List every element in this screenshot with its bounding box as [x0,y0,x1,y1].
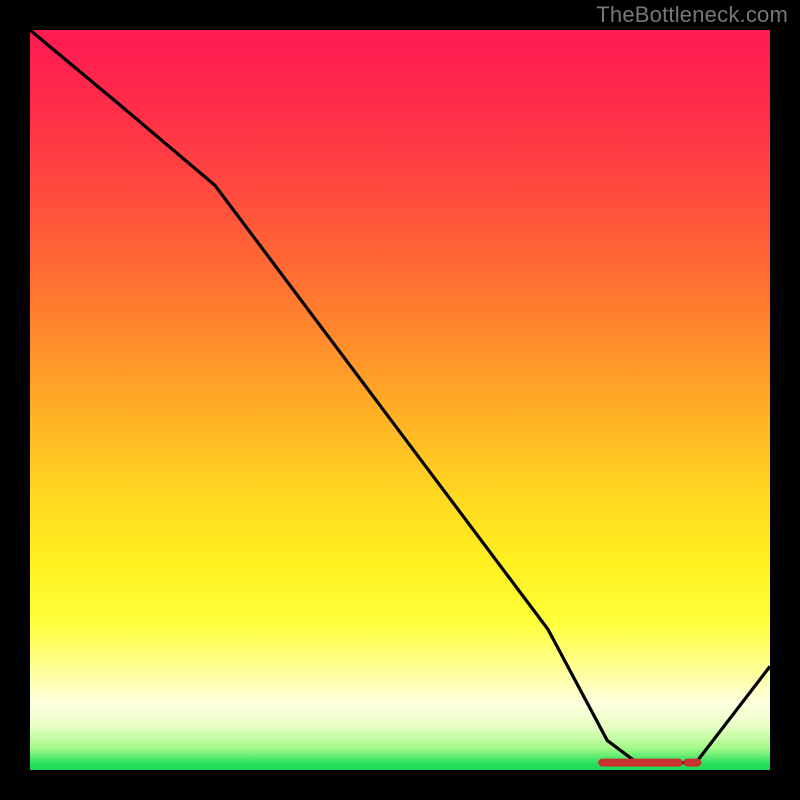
chart-root: TheBottleneck.com [0,0,800,800]
bottleneck-curve-line [30,30,770,763]
chart-overlay-svg [30,30,770,770]
watermark-text: TheBottleneck.com [596,2,788,28]
